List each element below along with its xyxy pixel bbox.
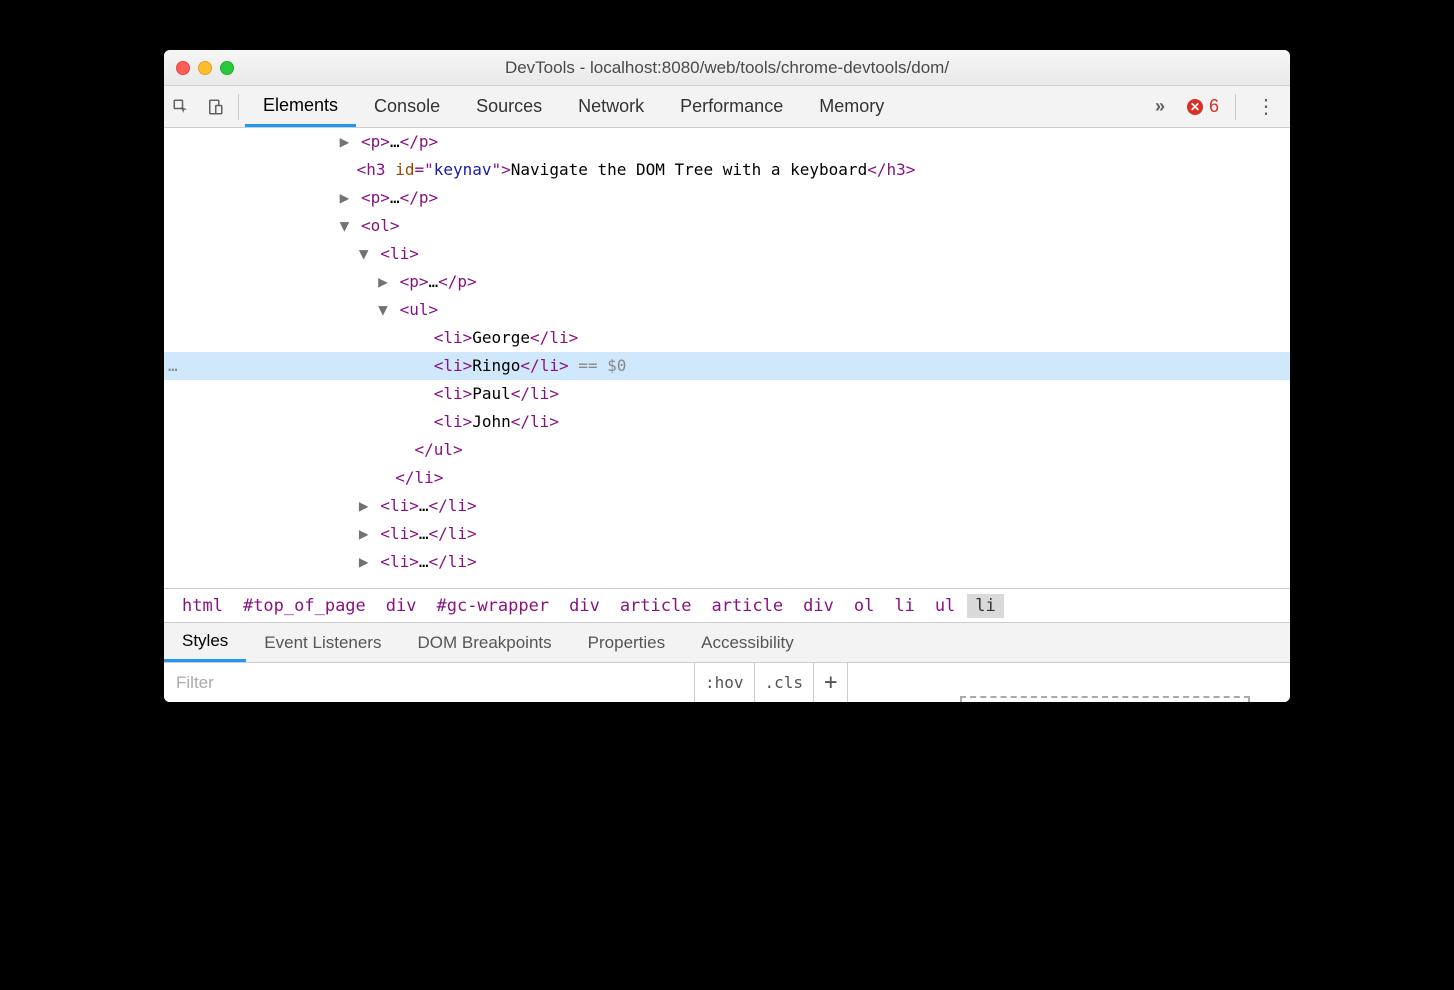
close-window-button[interactable] [176, 61, 190, 75]
minimize-window-button[interactable] [198, 61, 212, 75]
inspect-element-icon[interactable] [164, 86, 198, 127]
dom-node[interactable]: ▼ <li> [164, 240, 1290, 268]
box-model-hint [960, 696, 1250, 702]
breadcrumb-item[interactable]: #gc-wrapper [429, 594, 558, 618]
expand-arrow-icon[interactable]: ▼ [376, 296, 390, 324]
dom-node[interactable]: ▼ <ul> [164, 296, 1290, 324]
dom-node[interactable]: <h3 id="keynav">Navigate the DOM Tree wi… [164, 156, 1290, 184]
main-toolbar: ElementsConsoleSourcesNetworkPerformance… [164, 86, 1290, 128]
row-actions-icon[interactable]: … [168, 352, 194, 380]
dom-node[interactable]: <li>John</li> [164, 408, 1290, 436]
zoom-window-button[interactable] [220, 61, 234, 75]
tab-network[interactable]: Network [560, 86, 662, 127]
error-count-badge[interactable]: ✕ 6 [1177, 96, 1229, 117]
subtab-styles[interactable]: Styles [164, 623, 246, 662]
panel-tabs: ElementsConsoleSourcesNetworkPerformance… [245, 86, 1143, 127]
expand-arrow-icon[interactable]: ▶ [376, 268, 390, 296]
toggle-hover-button[interactable]: :hov [694, 663, 754, 702]
window-controls [176, 61, 234, 75]
tab-performance[interactable]: Performance [662, 86, 801, 127]
styles-filter-input[interactable] [164, 663, 694, 702]
tab-memory[interactable]: Memory [801, 86, 902, 127]
expand-arrow-icon[interactable]: ▼ [357, 240, 371, 268]
dom-node[interactable]: ▶ <p>…</p> [164, 128, 1290, 156]
dom-node[interactable]: ▶ <p>…</p> [164, 184, 1290, 212]
breadcrumb-item[interactable]: div [795, 594, 842, 618]
more-tabs-button[interactable]: » [1143, 96, 1177, 117]
error-icon: ✕ [1187, 99, 1203, 115]
toggle-class-button[interactable]: .cls [754, 663, 814, 702]
expand-arrow-icon[interactable]: ▶ [357, 492, 371, 520]
dom-node-selected[interactable]: … <li>Ringo</li> == $0 [164, 352, 1290, 380]
breadcrumb-item[interactable]: li [886, 594, 922, 618]
subtab-properties[interactable]: Properties [570, 623, 683, 662]
breadcrumb-item[interactable]: div [561, 594, 608, 618]
toolbar-divider [1235, 94, 1236, 120]
breadcrumb-item[interactable]: ol [846, 594, 882, 618]
devtools-window: DevTools - localhost:8080/web/tools/chro… [164, 50, 1290, 702]
styles-preview-area [847, 663, 1290, 702]
new-style-rule-button[interactable]: + [813, 663, 847, 702]
dom-node[interactable]: <li>Paul</li> [164, 380, 1290, 408]
expand-arrow-icon[interactable]: ▶ [357, 520, 371, 548]
subtab-dom-breakpoints[interactable]: DOM Breakpoints [399, 623, 569, 662]
subtab-event-listeners[interactable]: Event Listeners [246, 623, 399, 662]
expand-arrow-icon[interactable]: ▶ [357, 548, 371, 576]
dom-breadcrumb: html#top_of_pagediv#gc-wrapperdivarticle… [164, 588, 1290, 622]
breadcrumb-item[interactable]: article [612, 594, 700, 618]
toolbar-divider [238, 94, 239, 120]
breadcrumb-item[interactable]: html [174, 594, 231, 618]
tab-console[interactable]: Console [356, 86, 458, 127]
breadcrumb-item[interactable]: article [703, 594, 791, 618]
device-toolbar-icon[interactable] [198, 86, 232, 127]
dom-node[interactable]: ▶ <li>…</li> [164, 520, 1290, 548]
subtab-accessibility[interactable]: Accessibility [683, 623, 812, 662]
breadcrumb-item[interactable]: li [967, 594, 1003, 618]
breadcrumb-item[interactable]: #top_of_page [235, 594, 374, 618]
tab-sources[interactable]: Sources [458, 86, 560, 127]
breadcrumb-item[interactable]: div [378, 594, 425, 618]
dom-node[interactable]: ▼ <ol> [164, 212, 1290, 240]
dom-tree-panel[interactable]: ▶ <p>…</p> <h3 id="keynav">Navigate the … [164, 128, 1290, 588]
expand-arrow-icon[interactable]: ▶ [337, 128, 351, 156]
styles-subtabs: StylesEvent ListenersDOM BreakpointsProp… [164, 622, 1290, 662]
tab-elements[interactable]: Elements [245, 86, 356, 127]
dom-node[interactable]: </li> [164, 464, 1290, 492]
settings-menu-icon[interactable]: ⋮ [1242, 94, 1290, 119]
dom-node[interactable]: <li>George</li> [164, 324, 1290, 352]
styles-filter-bar: :hov .cls + [164, 662, 1290, 702]
dom-node[interactable]: ▶ <li>…</li> [164, 492, 1290, 520]
titlebar: DevTools - localhost:8080/web/tools/chro… [164, 50, 1290, 86]
breadcrumb-item[interactable]: ul [927, 594, 963, 618]
dom-node[interactable]: </ul> [164, 436, 1290, 464]
expand-arrow-icon[interactable]: ▶ [337, 184, 351, 212]
dom-node[interactable]: ▶ <li>…</li> [164, 548, 1290, 576]
error-count: 6 [1209, 96, 1219, 117]
window-title: DevTools - localhost:8080/web/tools/chro… [164, 58, 1290, 78]
dom-node[interactable]: ▶ <p>…</p> [164, 268, 1290, 296]
expand-arrow-icon[interactable]: ▼ [337, 212, 351, 240]
